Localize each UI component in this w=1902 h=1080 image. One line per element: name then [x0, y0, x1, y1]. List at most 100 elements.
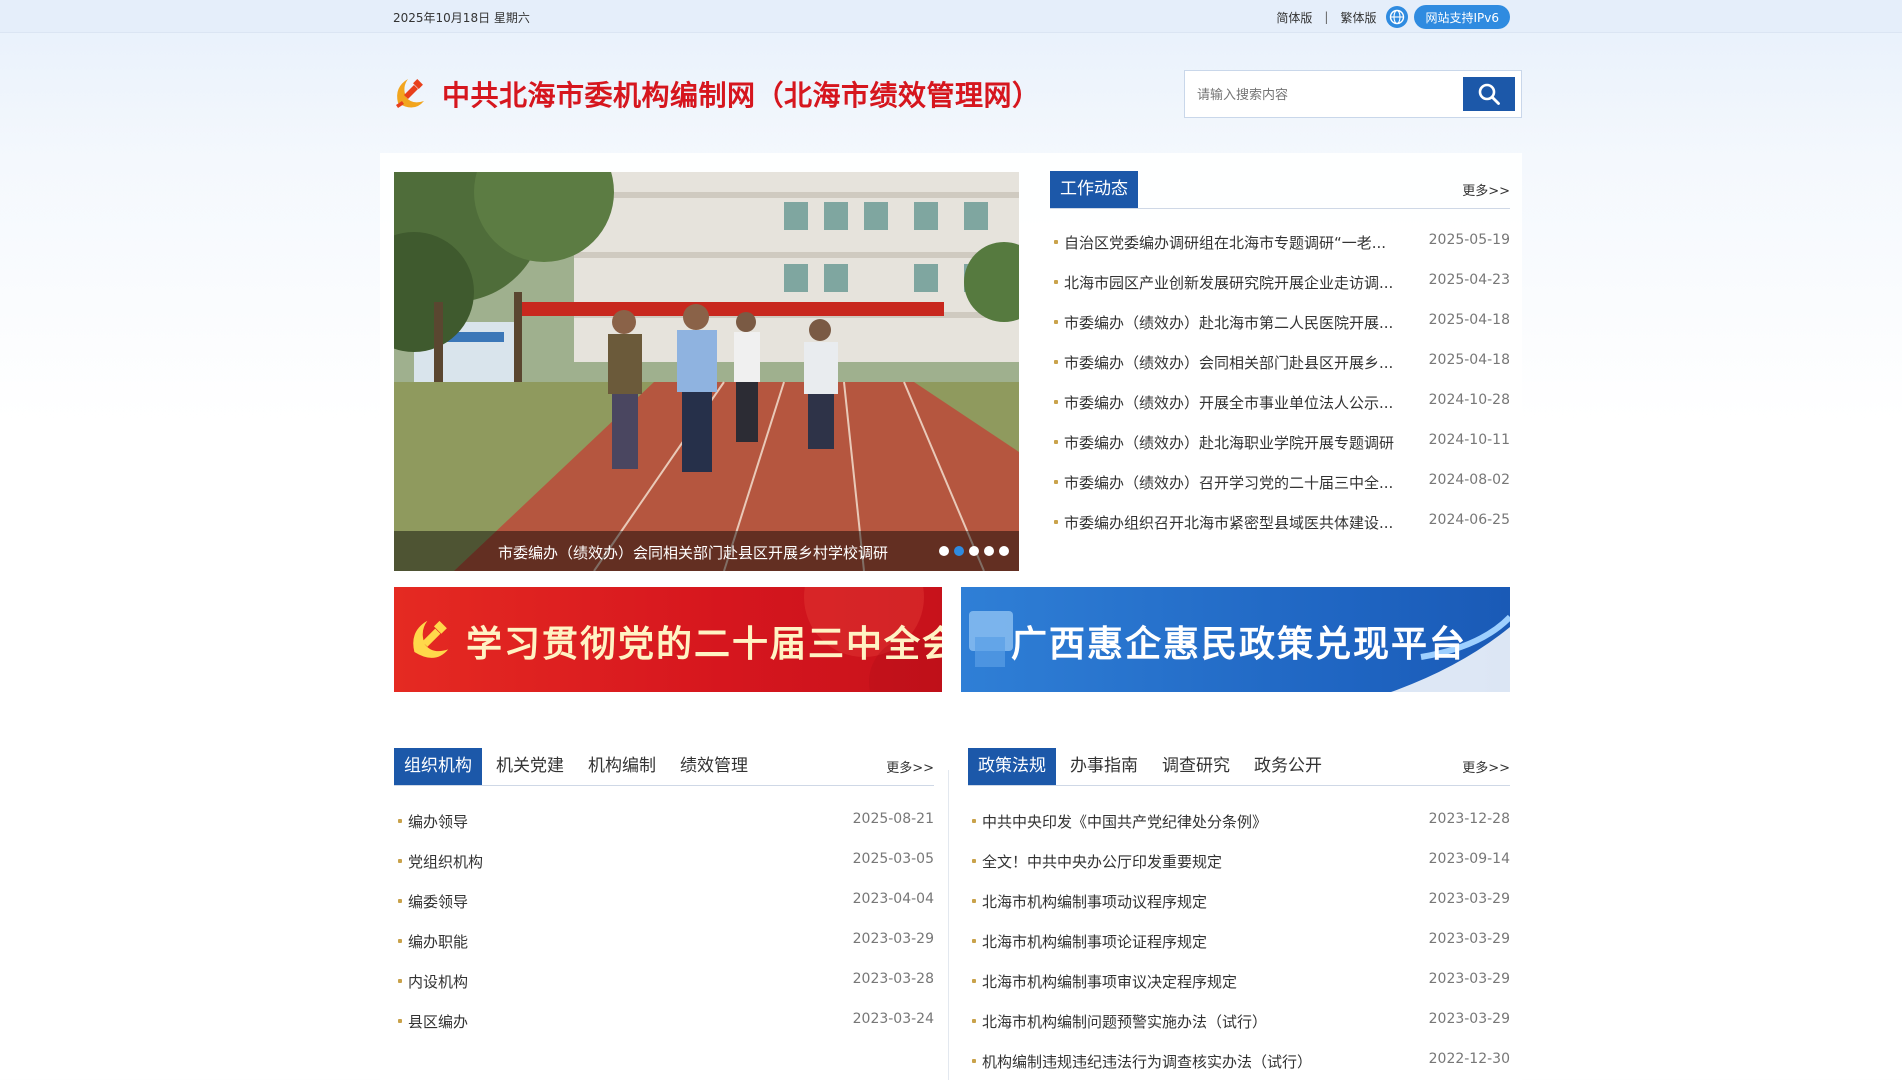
list-item[interactable]: 内设机构 2023-03-28: [394, 971, 934, 1011]
carousel-dot[interactable]: [984, 546, 994, 556]
work-news-more-link[interactable]: 更多>>: [1462, 180, 1510, 199]
list-item[interactable]: 编办领导 2025-08-21: [394, 811, 934, 851]
list-item-date: 2023-03-29: [1428, 891, 1510, 907]
search-input[interactable]: [1197, 83, 1457, 107]
list-item-title[interactable]: 市委编办（绩效办）赴北海职业学院开展专题调研: [1064, 432, 1394, 453]
policy-section-header: 政策法规 办事指南 调查研究 政务公开 更多>>: [968, 748, 1510, 786]
bullet-icon: [972, 939, 976, 943]
tab-party-building[interactable]: 机关党建: [486, 748, 574, 785]
list-item[interactable]: 市委编办（绩效办）赴北海职业学院开展专题调研 2024-10-11: [1050, 432, 1510, 472]
work-news-list: 自治区党委编办调研组在北海市专题调研“一老... 2025-05-19 北海市园区产…: [1050, 232, 1510, 552]
list-item[interactable]: 北海市机构编制问题预警实施办法（试行） 2023-03-29: [968, 1011, 1510, 1051]
list-item-title[interactable]: 市委编办（绩效办）赴北海市第二人民医院开展...: [1064, 312, 1393, 333]
traditional-link[interactable]: 繁体版: [1340, 9, 1376, 26]
list-item-title[interactable]: 全文！中共中央办公厅印发重要规定: [982, 851, 1222, 872]
list-item-date: 2023-03-29: [1428, 1011, 1510, 1027]
list-item[interactable]: 自治区党委编办调研组在北海市专题调研“一老... 2025-05-19: [1050, 232, 1510, 272]
carousel-dot[interactable]: [969, 546, 979, 556]
carousel-dot[interactable]: [999, 546, 1009, 556]
list-item[interactable]: 市委编办（绩效办）开展全市事业单位法人公示... 2024-10-28: [1050, 392, 1510, 432]
list-item-title[interactable]: 编办领导: [408, 811, 468, 832]
policy-list: 中共中央印发《中国共产党纪律处分条例》 2023-12-28 全文！中共中央办公厅印…: [968, 811, 1510, 1080]
list-item-title[interactable]: 内设机构: [408, 971, 468, 992]
list-item-title[interactable]: 北海市机构编制事项动议程序规定: [982, 891, 1207, 912]
tab-public-affairs[interactable]: 政务公开: [1244, 748, 1332, 785]
tab-policy[interactable]: 政策法规: [968, 748, 1056, 785]
study-banner[interactable]: 学习贯彻党的二十届三中全会精神: [394, 587, 942, 692]
tab-performance[interactable]: 绩效管理: [670, 748, 758, 785]
list-item-title[interactable]: 党组织机构: [408, 851, 483, 872]
site-title[interactable]: 中共北海市委机构编制网（北海市绩效管理网）: [442, 74, 1041, 114]
tab-research[interactable]: 调查研究: [1152, 748, 1240, 785]
list-item[interactable]: 北海市机构编制事项动议程序规定 2023-03-29: [968, 891, 1510, 931]
list-item[interactable]: 中共中央印发《中国共产党纪律处分条例》 2023-12-28: [968, 811, 1510, 851]
site-header: 中共北海市委机构编制网（北海市绩效管理网）: [0, 33, 1902, 153]
list-item-title[interactable]: 市委编办组织召开北海市紧密型县域医共体建设...: [1064, 512, 1393, 533]
bullet-icon: [972, 1059, 976, 1063]
list-item-title[interactable]: 中共中央印发《中国共产党纪律处分条例》: [982, 811, 1267, 832]
tab-work-news[interactable]: 工作动态: [1050, 171, 1138, 208]
list-item[interactable]: 市委编办（绩效办）会同相关部门赴县区开展乡... 2025-04-18: [1050, 352, 1510, 392]
list-item-title[interactable]: 编办职能: [408, 931, 468, 952]
list-item-title[interactable]: 北海市机构编制事项审议决定程序规定: [982, 971, 1237, 992]
list-item[interactable]: 编委领导 2023-04-04: [394, 891, 934, 931]
column-divider: [948, 770, 949, 1080]
policy-more-link[interactable]: 更多>>: [1462, 757, 1510, 776]
current-date: 2025年10月18日 星期六: [393, 11, 530, 25]
list-item[interactable]: 市委编办（绩效办）召开学习党的二十届三中全... 2024-08-02: [1050, 472, 1510, 512]
list-item[interactable]: 党组织机构 2025-03-05: [394, 851, 934, 891]
carousel-dot[interactable]: [939, 546, 949, 556]
ipv6-badge[interactable]: 网站支持IPv6: [1414, 5, 1510, 29]
work-news-header: 工作动态 更多>>: [1050, 171, 1510, 209]
party-emblem-icon: [404, 613, 456, 665]
list-item-title[interactable]: 市委编办（绩效办）召开学习党的二十届三中全...: [1064, 472, 1393, 493]
policy-banner-text: 广西惠企惠民政策兑现平台: [1011, 623, 1468, 665]
list-item[interactable]: 全文！中共中央办公厅印发重要规定 2023-09-14: [968, 851, 1510, 891]
list-item-date: 2025-08-21: [852, 811, 934, 827]
list-item-date: 2024-06-25: [1428, 512, 1510, 528]
list-item-title[interactable]: 北海市机构编制问题预警实施办法（试行）: [982, 1011, 1267, 1032]
list-item[interactable]: 编办职能 2023-03-29: [394, 931, 934, 971]
list-item[interactable]: 北海市园区产业创新发展研究院开展企业走访调... 2025-04-23: [1050, 272, 1510, 312]
list-item[interactable]: 机构编制违规违纪违法行为调查核实办法（试行） 2022-12-30: [968, 1051, 1510, 1080]
tab-org-staffing[interactable]: 机构编制: [578, 748, 666, 785]
bullet-icon: [1054, 360, 1058, 364]
bullet-icon: [972, 819, 976, 823]
org-more-link[interactable]: 更多>>: [886, 757, 934, 776]
bullet-icon: [398, 899, 402, 903]
list-item-title[interactable]: 北海市机构编制事项论证程序规定: [982, 931, 1207, 952]
list-item-title[interactable]: 县区编办: [408, 1011, 468, 1032]
list-item-date: 2023-03-28: [852, 971, 934, 987]
search-icon: [1478, 83, 1500, 105]
top-bar: 2025年10月18日 星期六 简体版 | 繁体版 网站支持IPv6: [0, 0, 1902, 33]
bullet-icon: [398, 1019, 402, 1023]
tab-guide[interactable]: 办事指南: [1060, 748, 1148, 785]
carousel-dot-active[interactable]: [954, 546, 964, 556]
list-item[interactable]: 北海市机构编制事项审议决定程序规定 2023-03-29: [968, 971, 1510, 1011]
list-item[interactable]: 县区编办 2023-03-24: [394, 1011, 934, 1051]
list-item[interactable]: 北海市机构编制事项论证程序规定 2023-03-29: [968, 931, 1510, 971]
list-item-title[interactable]: 市委编办（绩效办）开展全市事业单位法人公示...: [1064, 392, 1393, 413]
tab-org[interactable]: 组织机构: [394, 748, 482, 785]
list-item-title[interactable]: 市委编办（绩效办）会同相关部门赴县区开展乡...: [1064, 352, 1393, 373]
list-item-title[interactable]: 自治区党委编办调研组在北海市专题调研“一老...: [1064, 232, 1386, 253]
list-item-date: 2023-03-29: [852, 931, 934, 947]
list-item-date: 2023-12-28: [1428, 811, 1510, 827]
carousel-caption-bar: 市委编办（绩效办）会同相关部门赴县区开展乡村学校调研: [394, 531, 1019, 571]
list-item-date: 2024-08-02: [1428, 472, 1510, 488]
list-item-title[interactable]: 机构编制违规违纪违法行为调查核实办法（试行）: [982, 1051, 1312, 1072]
bullet-icon: [972, 859, 976, 863]
list-item-title[interactable]: 北海市园区产业创新发展研究院开展企业走访调...: [1064, 272, 1393, 293]
list-item-title[interactable]: 编委领导: [408, 891, 468, 912]
bullet-icon: [1054, 520, 1058, 524]
list-item-date: 2023-04-04: [852, 891, 934, 907]
search-button[interactable]: [1463, 77, 1515, 111]
list-item[interactable]: 市委编办组织召开北海市紧密型县域医共体建设... 2024-06-25: [1050, 512, 1510, 552]
carousel-caption[interactable]: 市委编办（绩效办）会同相关部门赴县区开展乡村学校调研: [498, 542, 888, 563]
news-carousel[interactable]: 市委编办（绩效办）会同相关部门赴县区开展乡村学校调研: [394, 172, 1019, 571]
policy-platform-banner[interactable]: 广西惠企惠民政策兑现平台: [961, 587, 1510, 692]
list-item[interactable]: 市委编办（绩效办）赴北海市第二人民医院开展... 2025-04-18: [1050, 312, 1510, 352]
simplified-link[interactable]: 简体版: [1276, 9, 1312, 26]
bullet-icon: [1054, 440, 1058, 444]
ipv6-globe-icon[interactable]: [1386, 6, 1409, 28]
